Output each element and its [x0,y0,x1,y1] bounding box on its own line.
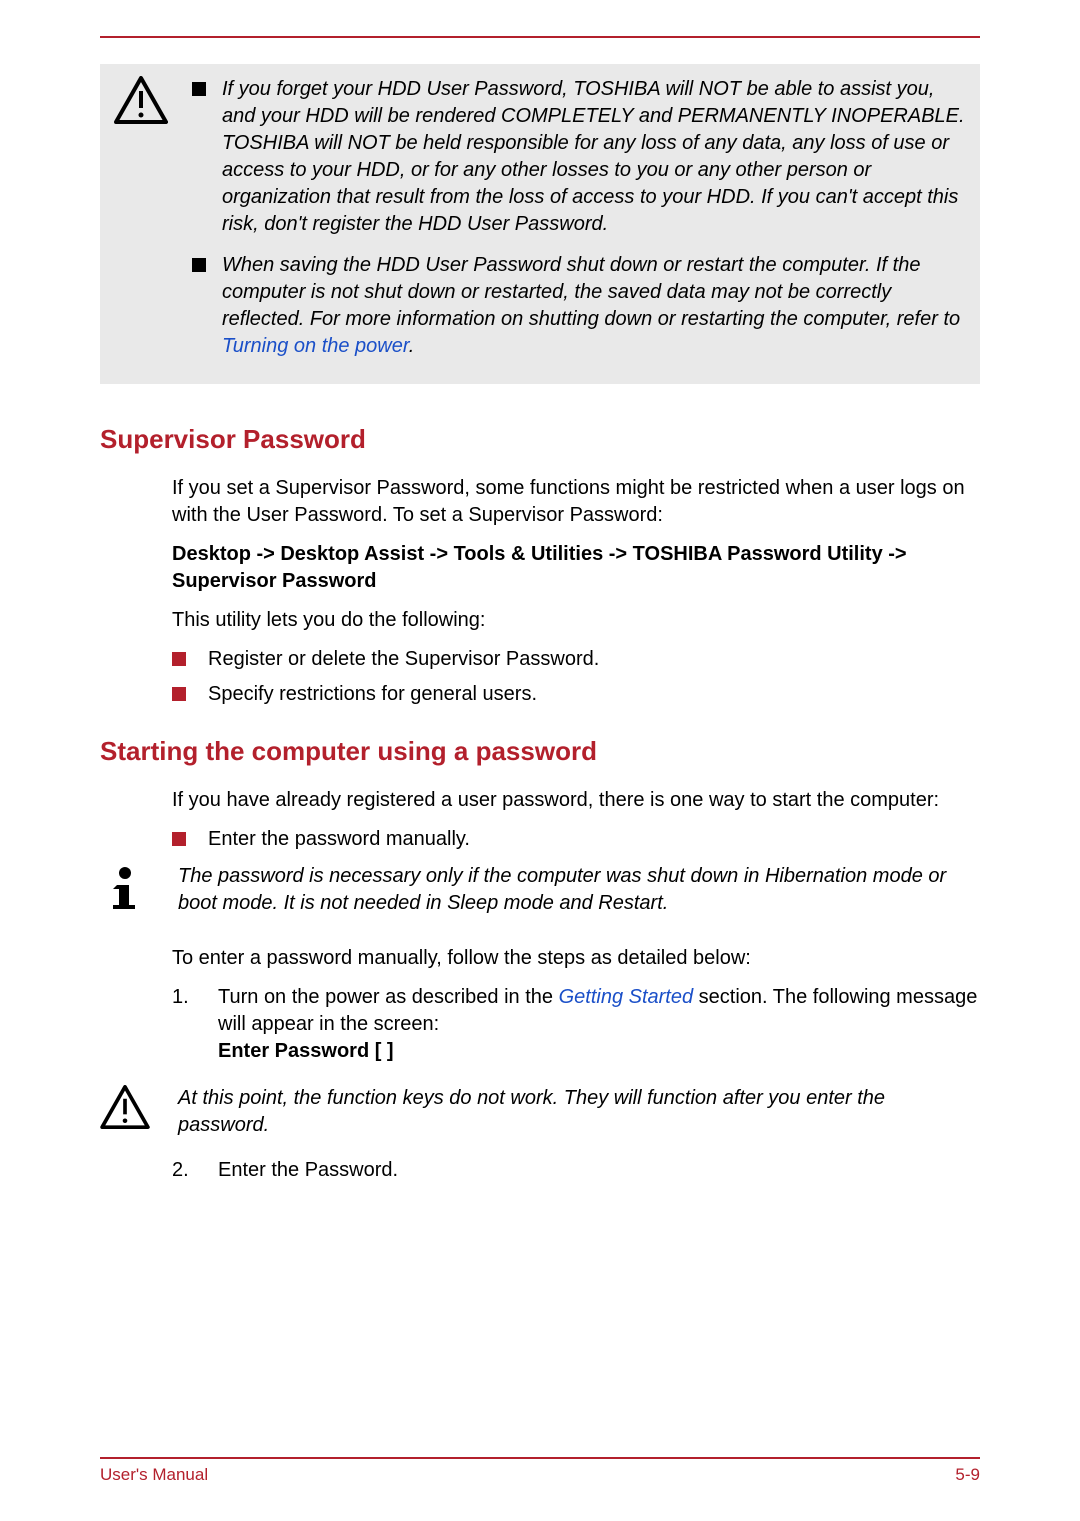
warning-item: If you forget your HDD User Password, TO… [192,76,966,238]
ordered-list-item: 1. Turn on the power as described in the… [172,984,980,1077]
ordered-list-item: 2. Enter the Password. [172,1157,980,1184]
paragraph: This utility lets you do the following: [172,607,980,634]
top-rule [100,36,980,38]
list-item: Register or delete the Supervisor Passwo… [172,646,980,673]
square-bullet-icon [172,832,186,846]
list-item: Enter the password manually. [172,826,980,853]
navigation-path: Desktop -> Desktop Assist -> Tools & Uti… [172,541,980,595]
heading-starting-computer: Starting the computer using a password [100,736,980,767]
footer-page-number: 5-9 [955,1465,980,1485]
link-turning-on-power[interactable]: Turning on the power [222,335,409,357]
step-number: 1. [172,984,198,1077]
warning-text: If you forget your HDD User Password, TO… [222,76,966,238]
warning-item: When saving the HDD User Password shut d… [192,252,966,360]
square-bullet-icon [192,82,206,96]
square-bullet-icon [192,258,206,272]
footer-left: User's Manual [100,1465,208,1485]
step-number: 2. [172,1157,198,1184]
enter-password-prompt: Enter Password [ ] [218,1038,980,1065]
info-icon [100,863,158,913]
warning-function-keys: At this point, the function keys do not … [100,1085,980,1139]
link-getting-started[interactable]: Getting Started [559,986,694,1008]
info-text: The password is necessary only if the co… [178,863,980,917]
list-item: Specify restrictions for general users. [172,681,980,708]
paragraph: If you set a Supervisor Password, some f… [172,475,980,529]
paragraph: To enter a password manually, follow the… [172,945,980,972]
warning-triangle-icon [100,1085,158,1129]
warning-triangle-icon [114,76,172,124]
warning-text: When saving the HDD User Password shut d… [222,252,966,360]
square-bullet-icon [172,687,186,701]
info-note: The password is necessary only if the co… [100,863,980,917]
square-bullet-icon [172,652,186,666]
heading-supervisor-password: Supervisor Password [100,424,980,455]
page-footer: User's Manual 5-9 [100,1457,980,1485]
warning-text: At this point, the function keys do not … [178,1085,980,1139]
paragraph: If you have already registered a user pa… [172,787,980,814]
warning-box-hdd: If you forget your HDD User Password, TO… [100,64,980,384]
